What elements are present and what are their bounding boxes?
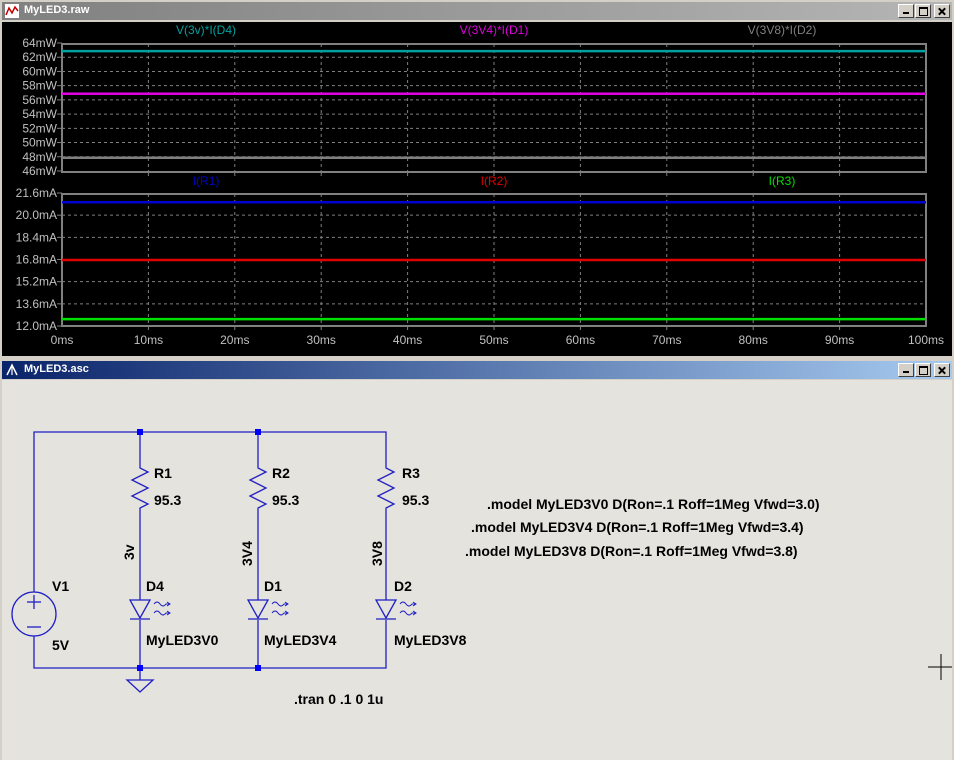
diode-d2-model: MyLED3V8 <box>394 632 467 648</box>
y-tick-label: 52mW <box>22 121 57 135</box>
x-tick-label: 0ms <box>51 333 74 347</box>
model-directive-2: .model MyLED3V4 D(Ron=.1 Roff=1Meg Vfwd=… <box>471 519 804 535</box>
x-tick-label: 40ms <box>393 333 422 347</box>
net-label-3v: 3v <box>121 544 137 560</box>
resistor-r2-value: 95.3 <box>272 492 299 508</box>
net-label-3v8: 3V8 <box>369 541 385 566</box>
net-label-3v4: 3V4 <box>239 541 255 566</box>
close-button[interactable] <box>934 363 950 377</box>
plot-background <box>2 22 952 356</box>
waveform-plot-area[interactable]: 64mW62mW60mW58mW56mW54mW52mW50mW48mW46mW… <box>0 22 954 356</box>
y-tick-label: 64mW <box>22 36 57 50</box>
resistor-r1-value: 95.3 <box>154 492 181 508</box>
series-label-3: I(R3) <box>769 174 796 188</box>
y-tick-label: 46mW <box>22 164 57 178</box>
y-tick-label: 54mW <box>22 107 57 121</box>
maximize-button[interactable] <box>915 4 931 18</box>
resistor-r3-label: R3 <box>402 465 420 481</box>
y-tick-label: 15.2mA <box>16 275 57 289</box>
x-tick-label: 30ms <box>307 333 336 347</box>
y-tick-label: 20.0mA <box>16 208 57 222</box>
close-button[interactable] <box>934 4 950 18</box>
schematic-icon <box>6 363 18 376</box>
source-value: 5V <box>52 637 70 653</box>
schematic-window-titlebar[interactable]: MyLED3.asc <box>2 361 952 379</box>
y-tick-label: 62mW <box>22 50 57 64</box>
tran-directive: .tran 0 .1 0 1u <box>294 691 383 707</box>
x-tick-label: 80ms <box>739 333 768 347</box>
waveform-window: MyLED3.raw 64mW 62mW 60mW 58mW 56mW 54mW 52mW 5… <box>0 0 954 356</box>
schematic-background <box>2 380 952 760</box>
diode-d1-model: MyLED3V4 <box>264 632 337 648</box>
diode-d2-label: D2 <box>394 578 412 594</box>
series-label-2: V(3V4)*I(D1) <box>460 23 529 37</box>
series-label-2: I(R2) <box>481 174 508 188</box>
schematic-canvas[interactable]: V1 5V R1 95.3 R2 95.3 R3 95.3 3v 3V4 3V8… <box>2 380 952 760</box>
y-tick-label: 56mW <box>22 93 57 107</box>
y-tick-label: 58mW <box>22 79 57 93</box>
model-directive-3: .model MyLED3V8 D(Ron=.1 Roff=1Meg Vfwd=… <box>465 543 798 559</box>
waveform-window-title: MyLED3.raw <box>24 4 90 16</box>
schematic-window-title: MyLED3.asc <box>24 363 89 375</box>
x-tick-label: 50ms <box>479 333 508 347</box>
x-tick-label: 60ms <box>566 333 595 347</box>
source-name: V1 <box>52 578 69 594</box>
x-tick-label: 70ms <box>652 333 681 347</box>
series-label-3: V(3V8)*I(D2) <box>748 23 817 37</box>
minimize-button[interactable] <box>898 4 914 18</box>
x-tick-label: 100ms <box>908 333 944 347</box>
waveform-icon <box>5 4 19 18</box>
resistor-r1-label: R1 <box>154 465 172 481</box>
y-tick-label: 18.4mA <box>16 230 57 244</box>
minimize-button[interactable] <box>898 363 914 377</box>
y-tick-label: 13.6mA <box>16 297 57 311</box>
maximize-button[interactable] <box>915 363 931 377</box>
series-label-1: V(3v)*I(D4) <box>176 23 236 37</box>
resistor-r2-label: R2 <box>272 465 290 481</box>
series-label-1: I(R1) <box>193 174 220 188</box>
y-tick-label: 16.8mA <box>16 253 57 267</box>
x-tick-label: 10ms <box>134 333 163 347</box>
model-directive-1: .model MyLED3V0 D(Ron=.1 Roff=1Meg Vfwd=… <box>487 496 820 512</box>
y-tick-label: 12.0mA <box>16 319 57 333</box>
y-tick-label: 48mW <box>22 150 57 164</box>
x-tick-label: 90ms <box>825 333 854 347</box>
resistor-r3-value: 95.3 <box>402 492 429 508</box>
y-tick-label: 21.6mA <box>16 186 57 200</box>
diode-d4-model: MyLED3V0 <box>146 632 219 648</box>
waveform-window-titlebar[interactable]: MyLED3.raw <box>2 2 952 20</box>
x-tick-label: 20ms <box>220 333 249 347</box>
y-tick-label: 50mW <box>22 136 57 150</box>
diode-d1-label: D1 <box>264 578 282 594</box>
schematic-window: MyLED3.asc V1 5V R1 95.3 R2 95.3 R3 95.3… <box>0 360 954 760</box>
diode-d4-label: D4 <box>146 578 164 594</box>
y-tick-label: 60mW <box>22 64 57 78</box>
